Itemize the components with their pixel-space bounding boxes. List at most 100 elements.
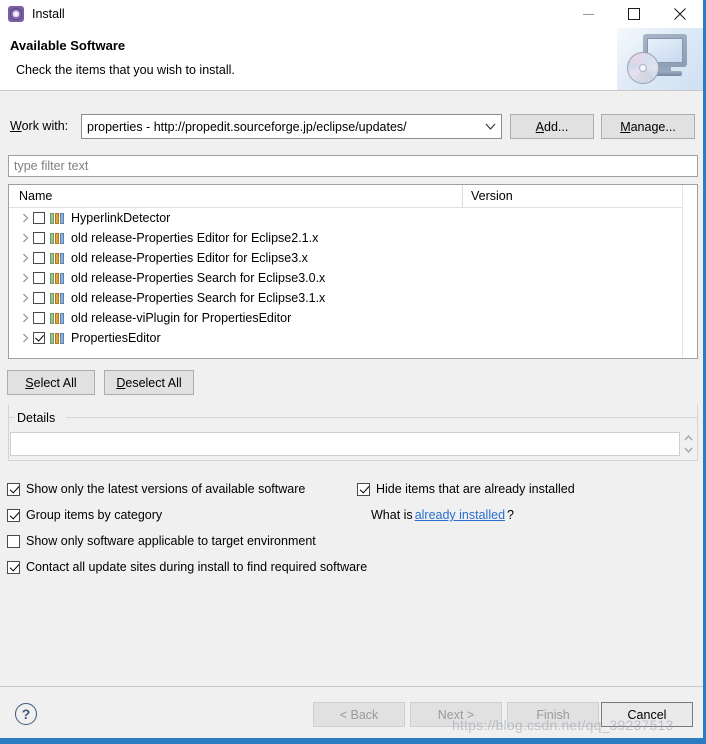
feature-category-icon xyxy=(50,212,66,224)
already-installed-link[interactable]: already installed xyxy=(415,508,505,522)
title-bar: Install xyxy=(0,0,703,28)
option-checkbox[interactable] xyxy=(7,534,20,548)
cancel-button[interactable]: Cancel xyxy=(601,702,693,727)
window-accent-border xyxy=(0,738,703,741)
scroll-down-icon xyxy=(684,447,693,453)
minimize-icon[interactable] xyxy=(565,0,611,28)
row-checkbox[interactable] xyxy=(33,212,45,224)
filter-input[interactable]: type filter text xyxy=(8,155,698,177)
tree-header: Name Version xyxy=(9,185,697,208)
select-all-label: Select All xyxy=(25,375,77,390)
table-row[interactable]: HyperlinkDetector xyxy=(9,208,697,228)
option-label: Group items by category xyxy=(26,508,163,522)
feature-category-icon xyxy=(50,292,66,304)
option-label: Contact all update sites during install … xyxy=(26,560,368,574)
option-hide-installed-items[interactable]: Hide items that are already installed xyxy=(357,482,575,496)
next-button-label: Next > xyxy=(437,707,475,722)
deselect-all-label: Deselect All xyxy=(116,375,182,390)
chevron-right-icon[interactable] xyxy=(17,333,33,343)
row-checkbox[interactable] xyxy=(33,332,45,344)
filter-placeholder: type filter text xyxy=(14,159,89,173)
back-button-label: < Back xyxy=(339,707,379,722)
option-label: Show only the latest versions of availab… xyxy=(26,482,306,496)
next-button[interactable]: Next > xyxy=(410,702,502,727)
option-checkbox[interactable] xyxy=(7,560,20,574)
help-question-icon[interactable]: ? xyxy=(15,703,37,725)
chevron-right-icon[interactable] xyxy=(17,293,33,303)
tree-scrollbar[interactable] xyxy=(682,185,697,358)
chevron-right-icon[interactable] xyxy=(17,233,33,243)
add-button-label: Add... xyxy=(535,119,569,134)
install-gear-icon xyxy=(8,6,24,22)
cancel-button-label: Cancel xyxy=(627,707,667,722)
footer-separator xyxy=(0,686,703,687)
finish-button-label: Finish xyxy=(536,707,570,722)
window-controls xyxy=(565,0,703,28)
table-row[interactable]: old release-Properties Search for Eclips… xyxy=(9,288,697,308)
feature-category-icon xyxy=(50,312,66,324)
feature-category-icon xyxy=(50,332,66,344)
row-name: old release-Properties Search for Eclips… xyxy=(71,271,326,285)
table-row[interactable]: old release-Properties Editor for Eclips… xyxy=(9,248,697,268)
what-is-already-installed-row: What is already installed ? xyxy=(371,508,514,522)
chevron-right-icon[interactable] xyxy=(17,313,33,323)
what-is-prefix: What is xyxy=(371,508,413,522)
option-checkbox[interactable] xyxy=(357,482,370,496)
row-checkbox[interactable] xyxy=(33,252,45,264)
row-name: old release-Properties Editor for Eclips… xyxy=(71,231,319,245)
row-checkbox[interactable] xyxy=(33,312,45,324)
close-icon[interactable] xyxy=(657,0,703,28)
option-show-latest-versions[interactable]: Show only the latest versions of availab… xyxy=(7,482,305,496)
option-contact-update-sites[interactable]: Contact all update sites during install … xyxy=(7,560,367,574)
option-label: Hide items that are already installed xyxy=(376,482,575,496)
work-with-combo[interactable]: properties - http://propedit.sourceforge… xyxy=(81,114,502,139)
work-with-label: Work with: xyxy=(10,119,69,133)
row-name: PropertiesEditor xyxy=(71,331,161,345)
what-is-suffix: ? xyxy=(507,508,514,522)
table-row[interactable]: old release-Properties Search for Eclips… xyxy=(9,268,697,288)
row-name: old release-Properties Search for Eclips… xyxy=(71,291,326,305)
deselect-all-button[interactable]: Deselect All xyxy=(104,370,194,395)
row-checkbox[interactable] xyxy=(33,292,45,304)
feature-category-icon xyxy=(50,232,66,244)
scroll-up-icon xyxy=(684,435,693,441)
work-with-value: properties - http://propedit.sourceforge… xyxy=(87,119,407,134)
finish-button[interactable]: Finish xyxy=(507,702,599,727)
details-border-right xyxy=(66,417,698,418)
option-checkbox[interactable] xyxy=(7,508,20,522)
maximize-icon[interactable] xyxy=(611,0,657,28)
row-name: HyperlinkDetector xyxy=(71,211,171,225)
column-header-version[interactable]: Version xyxy=(463,185,697,207)
monitor-with-cd-icon xyxy=(617,28,703,90)
option-group-by-category[interactable]: Group items by category xyxy=(7,508,162,522)
row-name: old release-viPlugin for PropertiesEdito… xyxy=(71,311,292,325)
column-header-name[interactable]: Name xyxy=(9,185,463,207)
install-dialog-window: Install Available Software Check the ite… xyxy=(0,0,706,744)
feature-category-icon xyxy=(50,272,66,284)
manage-button[interactable]: Manage... xyxy=(601,114,695,139)
chevron-down-icon[interactable] xyxy=(479,123,501,130)
option-applicable-target-environment[interactable]: Show only software applicable to target … xyxy=(7,534,316,548)
table-row[interactable]: PropertiesEditor xyxy=(9,328,697,348)
details-text-area[interactable] xyxy=(10,432,680,456)
table-row[interactable]: old release-viPlugin for PropertiesEdito… xyxy=(9,308,697,328)
table-row[interactable]: old release-Properties Editor for Eclips… xyxy=(9,228,697,248)
details-scroll-arrows[interactable] xyxy=(682,432,695,456)
row-name: old release-Properties Editor for Eclips… xyxy=(71,251,308,265)
manage-button-label: Manage... xyxy=(620,119,676,134)
work-with-row: Work with: properties - http://propedit.… xyxy=(0,114,703,142)
chevron-right-icon[interactable] xyxy=(17,253,33,263)
option-label: Show only software applicable to target … xyxy=(26,534,316,548)
option-checkbox[interactable] xyxy=(7,482,20,496)
window-title: Install xyxy=(32,7,65,21)
row-checkbox[interactable] xyxy=(33,272,45,284)
add-button[interactable]: Add... xyxy=(510,114,594,139)
select-all-button[interactable]: Select All xyxy=(7,370,95,395)
feature-category-icon xyxy=(50,252,66,264)
chevron-right-icon[interactable] xyxy=(17,273,33,283)
software-tree[interactable]: Name Version HyperlinkDetector old relea… xyxy=(8,184,698,359)
chevron-right-icon[interactable] xyxy=(17,213,33,223)
row-checkbox[interactable] xyxy=(33,232,45,244)
details-legend: Details xyxy=(14,411,59,425)
back-button[interactable]: < Back xyxy=(313,702,405,727)
